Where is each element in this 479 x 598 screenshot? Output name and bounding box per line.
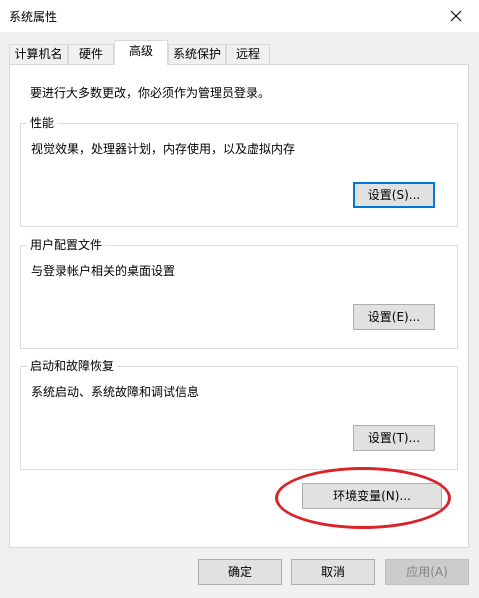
advanced-panel: 要进行大多数更改，你必须作为管理员登录。 性能 视觉效果，处理器计划，内存使用，… [9,64,469,548]
tab-remote[interactable]: 远程 [226,44,270,64]
close-button[interactable] [433,0,479,32]
performance-group: 性能 视觉效果，处理器计划，内存使用，以及虚拟内存 设置(S)... [20,116,458,227]
apply-button[interactable]: 应用(A) [385,559,469,585]
window-title: 系统属性 [9,10,58,24]
user-profiles-settings-button[interactable]: 设置(E)... [353,304,435,330]
tab-advanced[interactable]: 高级 [114,40,168,65]
tab-hardware[interactable]: 硬件 [68,44,114,64]
cancel-button[interactable]: 取消 [291,559,375,585]
title-bar: 系统属性 [0,0,479,32]
user-profiles-title: 用户配置文件 [27,238,106,252]
user-profiles-desc: 与登录帐户相关的桌面设置 [31,264,176,278]
tab-system-protection[interactable]: 系统保护 [168,44,226,64]
performance-title: 性能 [27,116,58,130]
close-icon [450,10,462,22]
user-profiles-group: 用户配置文件 与登录帐户相关的桌面设置 设置(E)... [20,238,458,349]
ok-button[interactable]: 确定 [198,559,282,585]
startup-recovery-group: 启动和故障恢复 系统启动、系统故障和调试信息 设置(T)... [20,359,458,470]
environment-variables-button[interactable]: 环境变量(N)... [302,483,442,509]
startup-recovery-settings-button[interactable]: 设置(T)... [353,425,435,451]
performance-desc: 视觉效果，处理器计划，内存使用，以及虚拟内存 [31,142,296,156]
tab-computer-name[interactable]: 计算机名 [9,44,68,64]
performance-settings-button[interactable]: 设置(S)... [353,182,435,208]
startup-recovery-desc: 系统启动、系统故障和调试信息 [31,385,200,399]
startup-recovery-title: 启动和故障恢复 [27,359,118,373]
admin-notice: 要进行大多数更改，你必须作为管理员登录。 [30,86,271,100]
